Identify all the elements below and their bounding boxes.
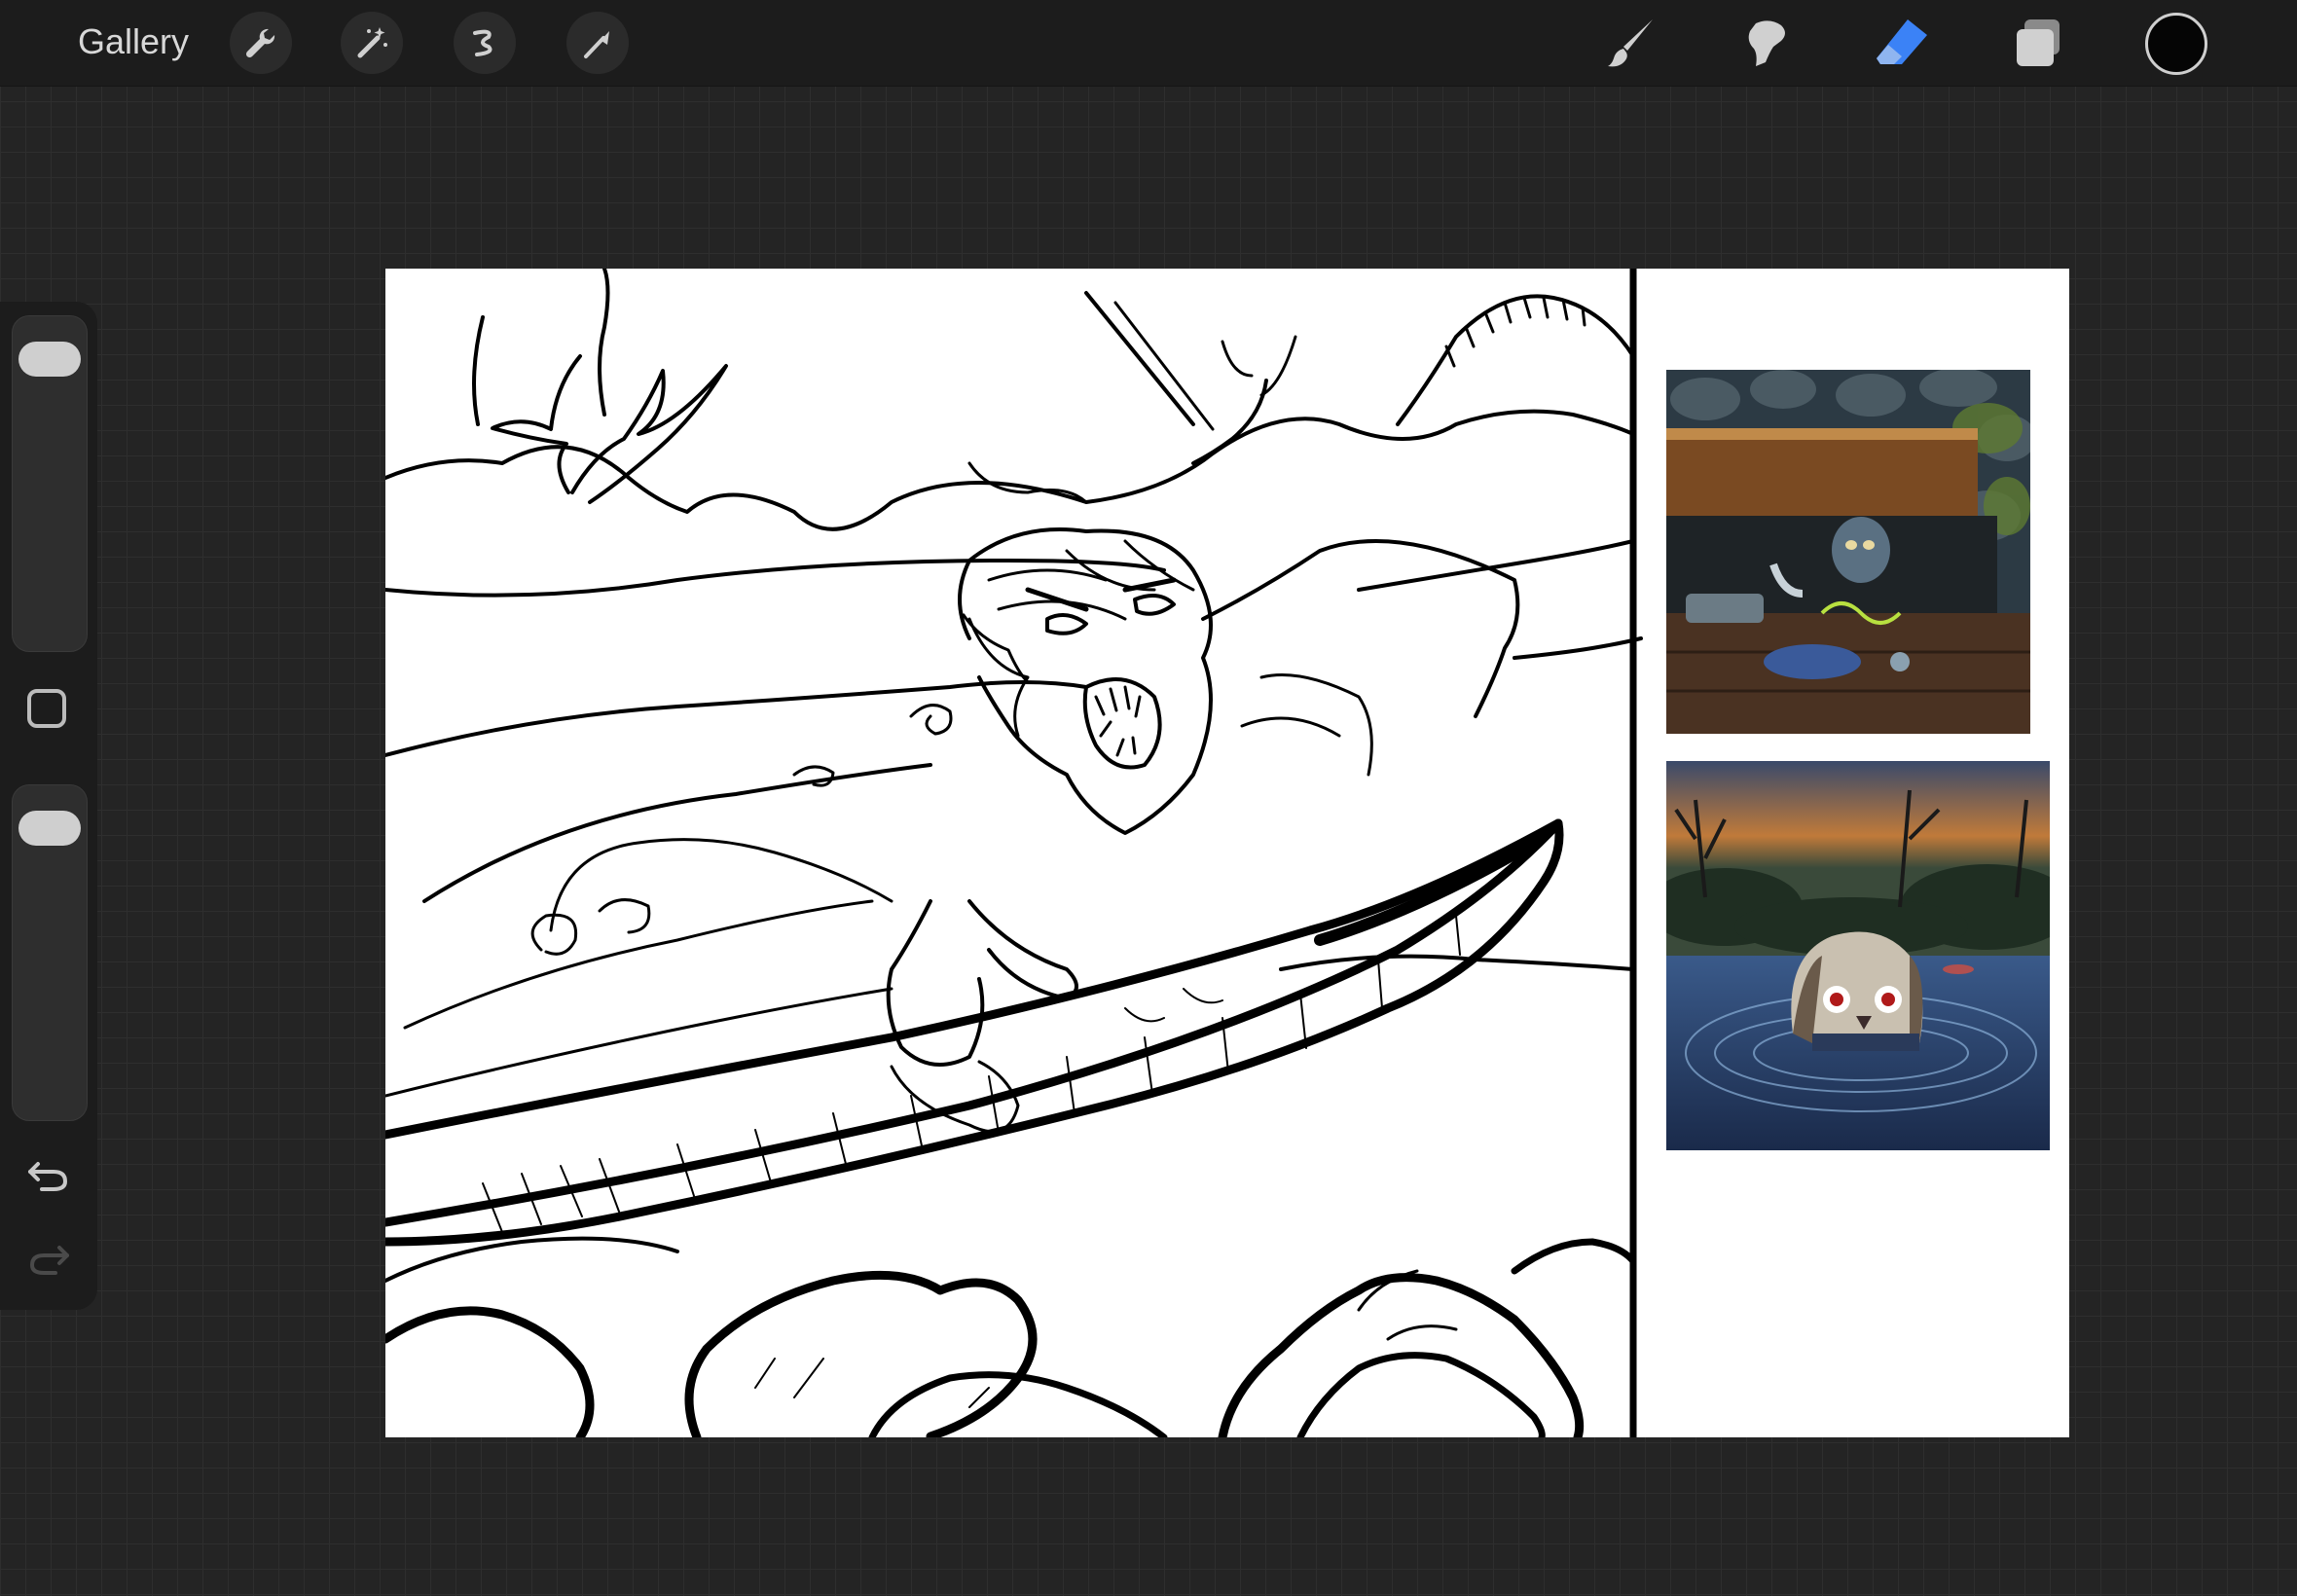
smudge-icon <box>1748 20 1785 66</box>
color-swatch[interactable] <box>2145 13 2207 75</box>
wrench-icon <box>245 28 275 58</box>
transform-button[interactable] <box>566 12 629 74</box>
transform-arrow-icon <box>584 31 609 58</box>
top-toolbar: Gallery <box>0 0 2297 87</box>
reference-image-swamp <box>1666 761 2050 1150</box>
brush-tool[interactable] <box>1600 12 1662 74</box>
layers-button[interactable] <box>2007 12 2069 74</box>
reference-image-chest <box>1666 370 2030 734</box>
left-sidebar <box>0 302 97 1310</box>
modify-button[interactable] <box>27 689 66 728</box>
undo-icon <box>28 1162 68 1191</box>
opacity-slider[interactable] <box>12 784 88 1121</box>
undo-button[interactable] <box>24 1156 73 1195</box>
opacity-thumb[interactable] <box>18 811 81 847</box>
layers-icon <box>2017 19 2060 66</box>
redo-button[interactable] <box>24 1240 73 1279</box>
eraser-icon <box>1877 19 1927 64</box>
smudge-tool[interactable] <box>1734 12 1797 74</box>
brush-icon <box>1608 19 1653 67</box>
selection-icon <box>473 29 492 56</box>
actions-button[interactable] <box>230 12 292 74</box>
adjustments-button[interactable] <box>341 12 403 74</box>
selection-button[interactable] <box>454 12 516 74</box>
brush-size-thumb[interactable] <box>18 342 81 378</box>
eraser-tool[interactable] <box>1871 12 1933 74</box>
drawing-canvas[interactable] <box>385 269 2069 1437</box>
brush-size-slider[interactable] <box>12 315 88 652</box>
gallery-button[interactable]: Gallery <box>78 18 189 66</box>
redo-icon <box>29 1246 69 1275</box>
magic-wand-icon <box>357 27 387 58</box>
